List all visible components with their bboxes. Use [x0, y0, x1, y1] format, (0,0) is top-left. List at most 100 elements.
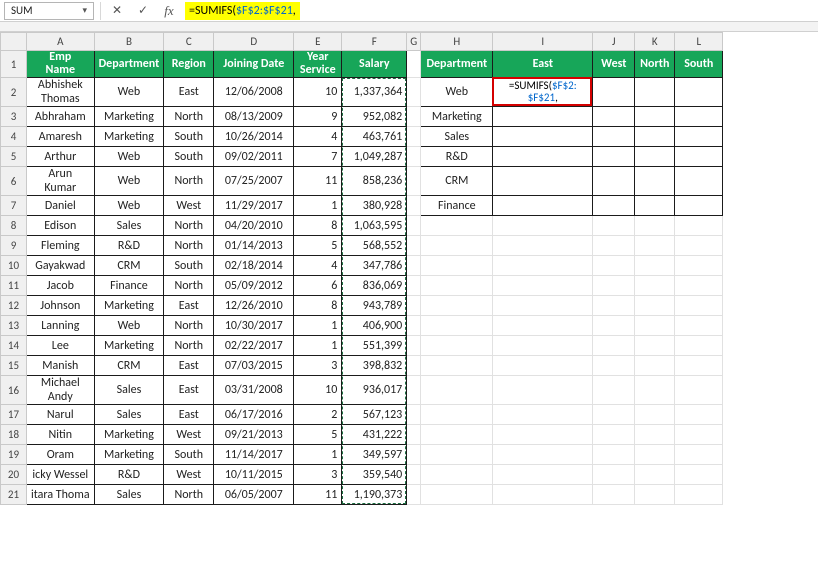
cell-D13[interactable]: 10/30/2017 [214, 316, 294, 336]
cell-G8[interactable] [407, 216, 421, 236]
cell-E13[interactable]: 1 [294, 316, 342, 336]
cell-K10[interactable] [635, 256, 675, 276]
cell-C7[interactable]: West [164, 196, 214, 216]
cell-G20[interactable] [407, 465, 421, 485]
cell-C5[interactable]: South [164, 147, 214, 167]
cell-L15[interactable] [675, 356, 723, 376]
cell-F3[interactable]: 952,082 [342, 107, 407, 127]
column-header-F[interactable]: F [342, 33, 407, 51]
cell-J16[interactable] [593, 376, 635, 405]
cell-H21[interactable] [421, 485, 493, 505]
cell-H3[interactable]: Marketing [421, 107, 493, 127]
cell-F10[interactable]: 347,786 [342, 256, 407, 276]
cell-K11[interactable] [635, 276, 675, 296]
cell-D14[interactable]: 02/22/2017 [214, 336, 294, 356]
cell-F9[interactable]: 568,552 [342, 236, 407, 256]
row-header-16[interactable]: 16 [1, 376, 27, 405]
cell-A20[interactable]: icky Wessel [27, 465, 95, 485]
cell-G14[interactable] [407, 336, 421, 356]
cell-E12[interactable]: 8 [294, 296, 342, 316]
cell-C20[interactable]: West [164, 465, 214, 485]
cell-G21[interactable] [407, 485, 421, 505]
cell-E10[interactable]: 4 [294, 256, 342, 276]
cell-E5[interactable]: 7 [294, 147, 342, 167]
cell-B14[interactable]: Marketing [94, 336, 164, 356]
cell-E9[interactable]: 5 [294, 236, 342, 256]
cell-I6[interactable] [493, 167, 593, 196]
cell-D15[interactable]: 07/03/2015 [214, 356, 294, 376]
cell-K4[interactable] [635, 127, 675, 147]
cell-G12[interactable] [407, 296, 421, 316]
cell-A11[interactable]: Jacob [27, 276, 95, 296]
row-header-10[interactable]: 10 [1, 256, 27, 276]
cell-G9[interactable] [407, 236, 421, 256]
cell-K20[interactable] [635, 465, 675, 485]
cell-H10[interactable] [421, 256, 493, 276]
column-header-L[interactable]: L [675, 33, 723, 51]
cell-L7[interactable] [675, 196, 723, 216]
cell-I10[interactable] [493, 256, 593, 276]
cell-J12[interactable] [593, 296, 635, 316]
cell-G6[interactable] [407, 167, 421, 196]
cell-F1[interactable]: Salary [342, 51, 407, 78]
cell-I9[interactable] [493, 236, 593, 256]
cell-E7[interactable]: 1 [294, 196, 342, 216]
cell-L20[interactable] [675, 465, 723, 485]
cell-G13[interactable] [407, 316, 421, 336]
cell-L13[interactable] [675, 316, 723, 336]
cell-D4[interactable]: 10/26/2014 [214, 127, 294, 147]
cell-B20[interactable]: R&D [94, 465, 164, 485]
cancel-button[interactable]: ✕ [107, 2, 127, 20]
cell-E18[interactable]: 5 [294, 425, 342, 445]
cell-L8[interactable] [675, 216, 723, 236]
cell-D3[interactable]: 08/13/2009 [214, 107, 294, 127]
column-header-E[interactable]: E [294, 33, 342, 51]
cell-F4[interactable]: 463,761 [342, 127, 407, 147]
cell-D9[interactable]: 01/14/2013 [214, 236, 294, 256]
cell-D8[interactable]: 04/20/2010 [214, 216, 294, 236]
cell-F19[interactable]: 349,597 [342, 445, 407, 465]
cell-C4[interactable]: South [164, 127, 214, 147]
cell-J9[interactable] [593, 236, 635, 256]
cell-B12[interactable]: Marketing [94, 296, 164, 316]
cell-G7[interactable] [407, 196, 421, 216]
cell-A1[interactable]: EmpName [27, 51, 95, 78]
cell-B5[interactable]: Web [94, 147, 164, 167]
cell-A15[interactable]: Manish [27, 356, 95, 376]
cell-G15[interactable] [407, 356, 421, 376]
cell-K18[interactable] [635, 425, 675, 445]
cell-D10[interactable]: 02/18/2014 [214, 256, 294, 276]
row-header-9[interactable]: 9 [1, 236, 27, 256]
cell-K8[interactable] [635, 216, 675, 236]
cell-I17[interactable] [493, 405, 593, 425]
cell-B8[interactable]: Sales [94, 216, 164, 236]
cell-I11[interactable] [493, 276, 593, 296]
cell-J13[interactable] [593, 316, 635, 336]
cell-K5[interactable] [635, 147, 675, 167]
cell-B18[interactable]: Marketing [94, 425, 164, 445]
cell-J19[interactable] [593, 445, 635, 465]
cell-B3[interactable]: Marketing [94, 107, 164, 127]
cell-H13[interactable] [421, 316, 493, 336]
cell-E3[interactable]: 9 [294, 107, 342, 127]
cell-I12[interactable] [493, 296, 593, 316]
cell-I2[interactable]: =SUMIFS($F$2:$F$21, [493, 78, 593, 107]
cell-J2[interactable] [593, 78, 635, 107]
insert-function-button[interactable]: fx [159, 2, 179, 20]
cell-L1[interactable]: South [675, 51, 723, 78]
cell-K19[interactable] [635, 445, 675, 465]
cell-I21[interactable] [493, 485, 593, 505]
column-header-D[interactable]: D [214, 33, 294, 51]
cell-I14[interactable] [493, 336, 593, 356]
cell-B19[interactable]: Marketing [94, 445, 164, 465]
cell-I1[interactable]: East [493, 51, 593, 78]
cell-L14[interactable] [675, 336, 723, 356]
column-header-A[interactable]: A [27, 33, 95, 51]
cell-D1[interactable]: Joining Date [214, 51, 294, 78]
cell-L9[interactable] [675, 236, 723, 256]
cell-C21[interactable]: North [164, 485, 214, 505]
cell-I8[interactable] [493, 216, 593, 236]
row-header-18[interactable]: 18 [1, 425, 27, 445]
cell-A6[interactable]: ArunKumar [27, 167, 95, 196]
cell-E15[interactable]: 3 [294, 356, 342, 376]
